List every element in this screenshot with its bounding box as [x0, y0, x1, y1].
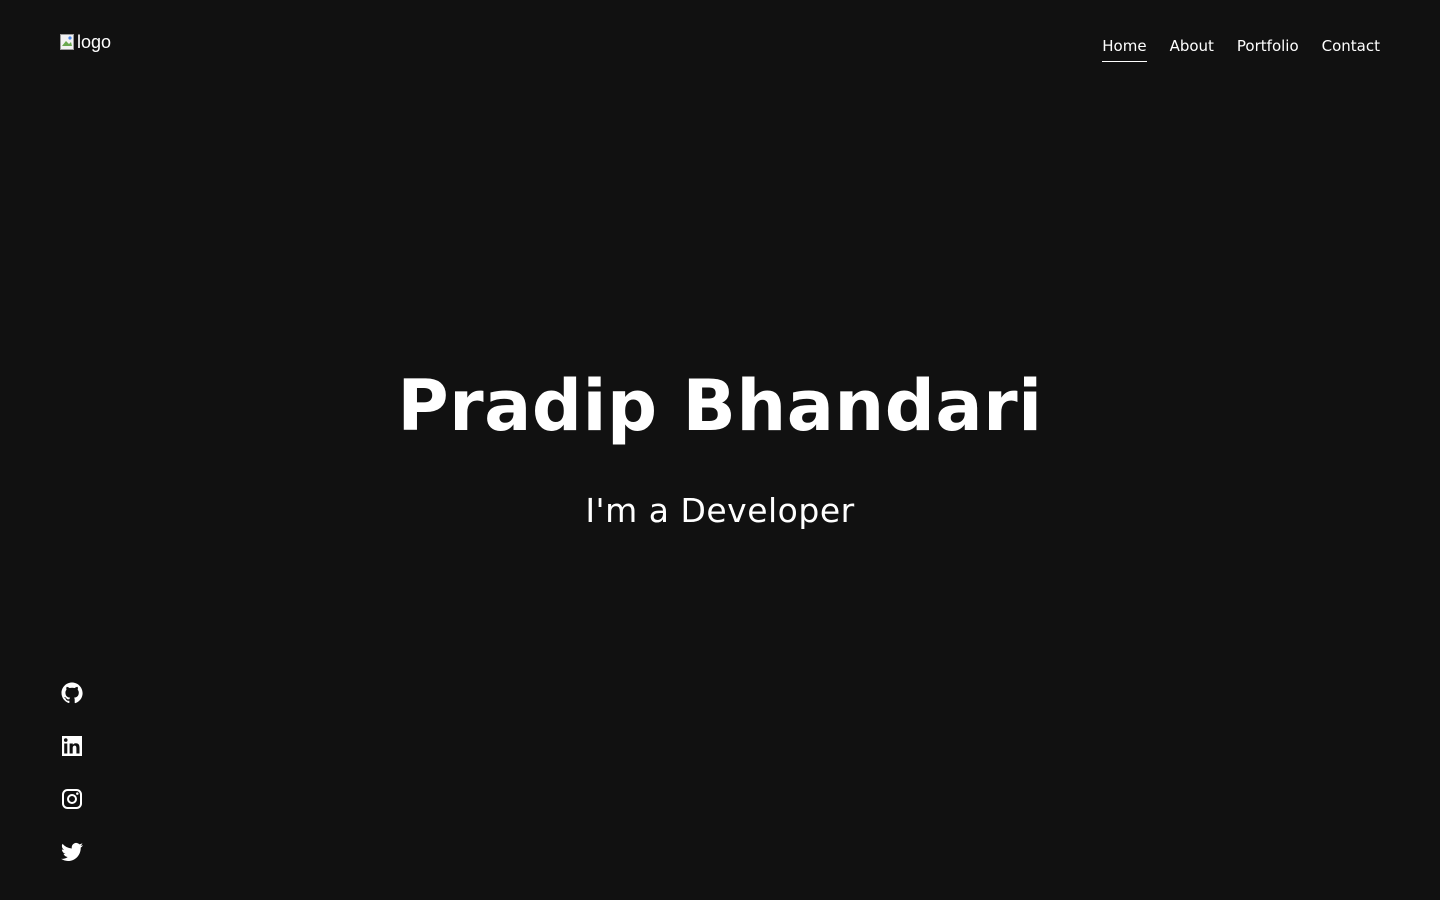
nav-portfolio[interactable]: Portfolio — [1237, 34, 1299, 62]
page: logo Home About Portfolio Contact Pradip… — [0, 0, 1440, 900]
github-link[interactable] — [60, 681, 84, 705]
social-links — [60, 681, 84, 864]
twitter-icon — [61, 842, 83, 861]
logo[interactable]: logo — [60, 30, 111, 54]
hero-name: Pradip Bhandari — [397, 365, 1043, 447]
logo-alt-text: logo — [77, 32, 112, 52]
linkedin-link[interactable] — [60, 734, 84, 758]
twitter-link[interactable] — [60, 840, 84, 864]
nav-contact[interactable]: Contact — [1322, 34, 1380, 62]
instagram-link[interactable] — [60, 787, 84, 811]
nav-about[interactable]: About — [1170, 34, 1214, 62]
github-icon — [61, 682, 83, 704]
instagram-icon — [62, 789, 82, 809]
broken-image-icon — [60, 34, 76, 50]
hero-role: I'm a Developer — [585, 491, 855, 530]
main-nav: Home About Portfolio Contact — [1102, 34, 1380, 62]
linkedin-icon — [62, 736, 82, 756]
nav-home[interactable]: Home — [1102, 34, 1147, 62]
